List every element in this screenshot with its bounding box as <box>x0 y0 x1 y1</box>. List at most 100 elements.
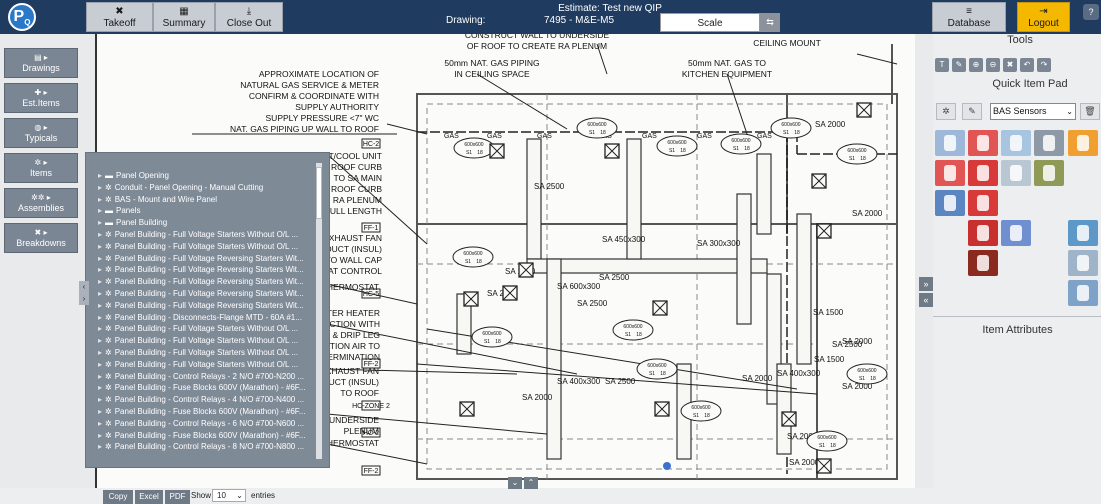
sensor-tile[interactable] <box>968 160 998 186</box>
tree-scrollbar-thumb[interactable] <box>316 167 322 219</box>
zoom-in-icon[interactable]: ⊕ <box>969 58 983 72</box>
tree-item[interactable]: ▸ ✲ Conduit - Panel Opening - Manual Cutti… <box>86 182 314 194</box>
caret-right-icon[interactable]: ▸ <box>98 431 102 440</box>
caret-right-icon[interactable]: ▸ <box>98 171 102 180</box>
tree-item[interactable]: ▸ ✲ Panel Building - Fuse Blocks 600V (Mar… <box>86 430 314 442</box>
caret-right-icon[interactable]: ▸ <box>98 277 102 286</box>
entries-select[interactable]: 10 ⌄ <box>212 489 246 502</box>
tree-item[interactable]: ▸ ✲ Panel Building - Full Voltage Reversin… <box>86 264 314 276</box>
logout-button[interactable]: ⇥ Logout <box>1017 2 1070 32</box>
text-tool-icon[interactable]: T <box>935 58 949 72</box>
nav-drawings-button[interactable]: ▤ ▸ Drawings <box>4 48 78 78</box>
sensor-tile[interactable] <box>1001 220 1031 246</box>
scale-button[interactable]: Scale <box>660 13 760 32</box>
caret-right-icon[interactable]: ▸ <box>98 324 102 333</box>
tree-item[interactable]: ▸ ✲ Panel Building - Control Relays - 4 N/… <box>86 394 314 406</box>
tree-item[interactable]: ▸ ✲ Panel Building - Full Voltage Reversin… <box>86 276 314 288</box>
takeoff-button[interactable]: ✖ Takeoff <box>86 2 153 32</box>
sensor-tile[interactable] <box>1068 280 1098 306</box>
tree-item[interactable]: ▸ ✲ Panel Building - Full Voltage Starters… <box>86 241 314 253</box>
sensor-tile[interactable] <box>968 220 998 246</box>
close-out-button[interactable]: ⤓ Close Out <box>215 2 283 32</box>
tree-item[interactable]: ▸ ✲ Panel Building - Full Voltage Reversin… <box>86 253 314 265</box>
nav-items-button[interactable]: ✲ ▸ Items <box>4 153 78 183</box>
sensor-tile[interactable] <box>935 160 965 186</box>
delete-tool-icon[interactable]: ✖ <box>1003 58 1017 72</box>
caret-right-icon[interactable]: ▸ <box>98 254 102 263</box>
tree-item[interactable]: ▸ ✲ Panel Building - Full Voltage Reversin… <box>86 288 314 300</box>
nav-breakdowns-button[interactable]: ✖ ▸ Breakdowns <box>4 223 78 253</box>
sensor-tile[interactable] <box>935 130 965 156</box>
caret-right-icon[interactable]: ▸ <box>98 383 102 392</box>
tree-item[interactable]: ▸ ✲ Panel Building - Full Voltage Reversin… <box>86 300 314 312</box>
expand-right-panel-icon[interactable]: » <box>919 277 933 291</box>
caret-right-icon[interactable]: ▸ <box>98 265 102 274</box>
tree-item[interactable]: ▸ ✲ Panel Building - Full Voltage Starters… <box>86 229 314 241</box>
caret-right-icon[interactable]: ▸ <box>98 206 102 215</box>
sensor-tile[interactable] <box>1001 130 1031 156</box>
sensor-tile[interactable] <box>1068 220 1098 246</box>
sensor-tile[interactable] <box>1034 130 1064 156</box>
app-logo[interactable]: PQ <box>8 3 36 31</box>
scroll-down-icon[interactable]: ⌄ <box>508 477 522 489</box>
tree-item[interactable]: ▸ ✲ Panel Building - Fuse Blocks 600V (Mar… <box>86 406 314 418</box>
tree-item[interactable]: ▸ ✲ Panel Building - Full Voltage Starters… <box>86 335 314 347</box>
undo-icon[interactable]: ↶ <box>1020 58 1034 72</box>
nav-est-items-button[interactable]: ✚ ▸ Est.Items <box>4 83 78 113</box>
tree-item[interactable]: ▸ ✲ Panel Building - Full Voltage Starters… <box>86 347 314 359</box>
quick-pad-settings-icon[interactable]: ✲ <box>936 103 956 120</box>
pencil-tool-icon[interactable]: ✎ <box>952 58 966 72</box>
sensor-tile[interactable] <box>1068 250 1098 276</box>
caret-right-icon[interactable]: ▸ <box>98 407 102 416</box>
tree-item[interactable]: ▸ ✲ Panel Building - Fuse Blocks 600V (Mar… <box>86 382 314 394</box>
nav-assemblies-button[interactable]: ✲✲ ▸ Assemblies <box>4 188 78 218</box>
pdf-button[interactable]: PDF <box>165 490 190 504</box>
caret-right-icon[interactable]: ▸ <box>98 313 102 322</box>
caret-right-icon[interactable]: ▸ <box>98 372 102 381</box>
tree-item[interactable]: ▸ ✲ Panel Building - Full Voltage Starters… <box>86 323 314 335</box>
tree-item[interactable]: ▸ ✲ Panel Building - Disconnects-Flange MT… <box>86 312 314 324</box>
sensor-tile[interactable] <box>1068 130 1098 156</box>
sensor-tile[interactable] <box>968 130 998 156</box>
caret-right-icon[interactable]: ▸ <box>98 336 102 345</box>
summary-button[interactable]: ▦ Summary <box>153 2 215 32</box>
tree-item[interactable]: ▸ ✲ Panel Building - Control Relays - 2 N/… <box>86 371 314 383</box>
sensor-tile[interactable] <box>935 190 965 216</box>
tree-item[interactable]: ▸ ▬ Panel Opening <box>86 170 314 182</box>
caret-right-icon[interactable]: ▸ <box>98 289 102 298</box>
caret-right-icon[interactable]: ▸ <box>98 348 102 357</box>
tree-item[interactable]: ▸ ▬ Panels <box>86 205 314 217</box>
scroll-up-icon[interactable]: ⌃ <box>524 477 538 489</box>
caret-right-icon[interactable]: ▸ <box>98 442 102 451</box>
sensor-tile[interactable] <box>1034 160 1064 186</box>
tree-item[interactable]: ▸ ✲ Panel Building - Full Voltage Starters… <box>86 359 314 371</box>
help-icon[interactable]: ? <box>1083 4 1099 20</box>
caret-right-icon[interactable]: ▸ <box>98 395 102 404</box>
caret-right-icon[interactable]: ▸ <box>98 230 102 239</box>
copy-button[interactable]: Copy <box>103 490 133 504</box>
quick-pad-category-select[interactable]: BAS Sensors ⌄ <box>990 103 1076 120</box>
sensor-tile[interactable] <box>968 250 998 276</box>
caret-right-icon[interactable]: ▸ <box>98 360 102 369</box>
tree-item[interactable]: ▸ ✲ Panel Building - Control Relays - 8 N/… <box>86 441 314 453</box>
scale-settings-icon[interactable]: ⇆ <box>760 13 780 32</box>
excel-button[interactable]: Excel <box>135 490 163 504</box>
caret-right-icon[interactable]: ▸ <box>98 419 102 428</box>
quick-pad-delete-icon[interactable]: 🗑 <box>1080 103 1100 120</box>
caret-right-icon[interactable]: ▸ <box>98 242 102 251</box>
database-button[interactable]: ≡ Database <box>932 2 1006 32</box>
redo-icon[interactable]: ↷ <box>1037 58 1051 72</box>
nav-typicals-button[interactable]: ◍ ▸ Typicals <box>4 118 78 148</box>
sensor-tile[interactable] <box>1001 160 1031 186</box>
sensor-tile[interactable] <box>968 190 998 216</box>
collapse-left-panel-icon[interactable]: ‹ › <box>79 281 89 305</box>
collapse-right-panel-icon[interactable]: « <box>919 293 933 307</box>
page-indicator[interactable] <box>663 462 671 470</box>
caret-right-icon[interactable]: ▸ <box>98 195 102 204</box>
caret-right-icon[interactable]: ▸ <box>98 218 102 227</box>
tree-item[interactable]: ▸ ✲ BAS - Mount and Wire Panel <box>86 194 314 206</box>
caret-right-icon[interactable]: ▸ <box>98 183 102 192</box>
quick-pad-edit-icon[interactable]: ✎ <box>962 103 982 120</box>
zoom-out-icon[interactable]: ⊖ <box>986 58 1000 72</box>
tree-item[interactable]: ▸ ▬ Panel Building <box>86 217 314 229</box>
